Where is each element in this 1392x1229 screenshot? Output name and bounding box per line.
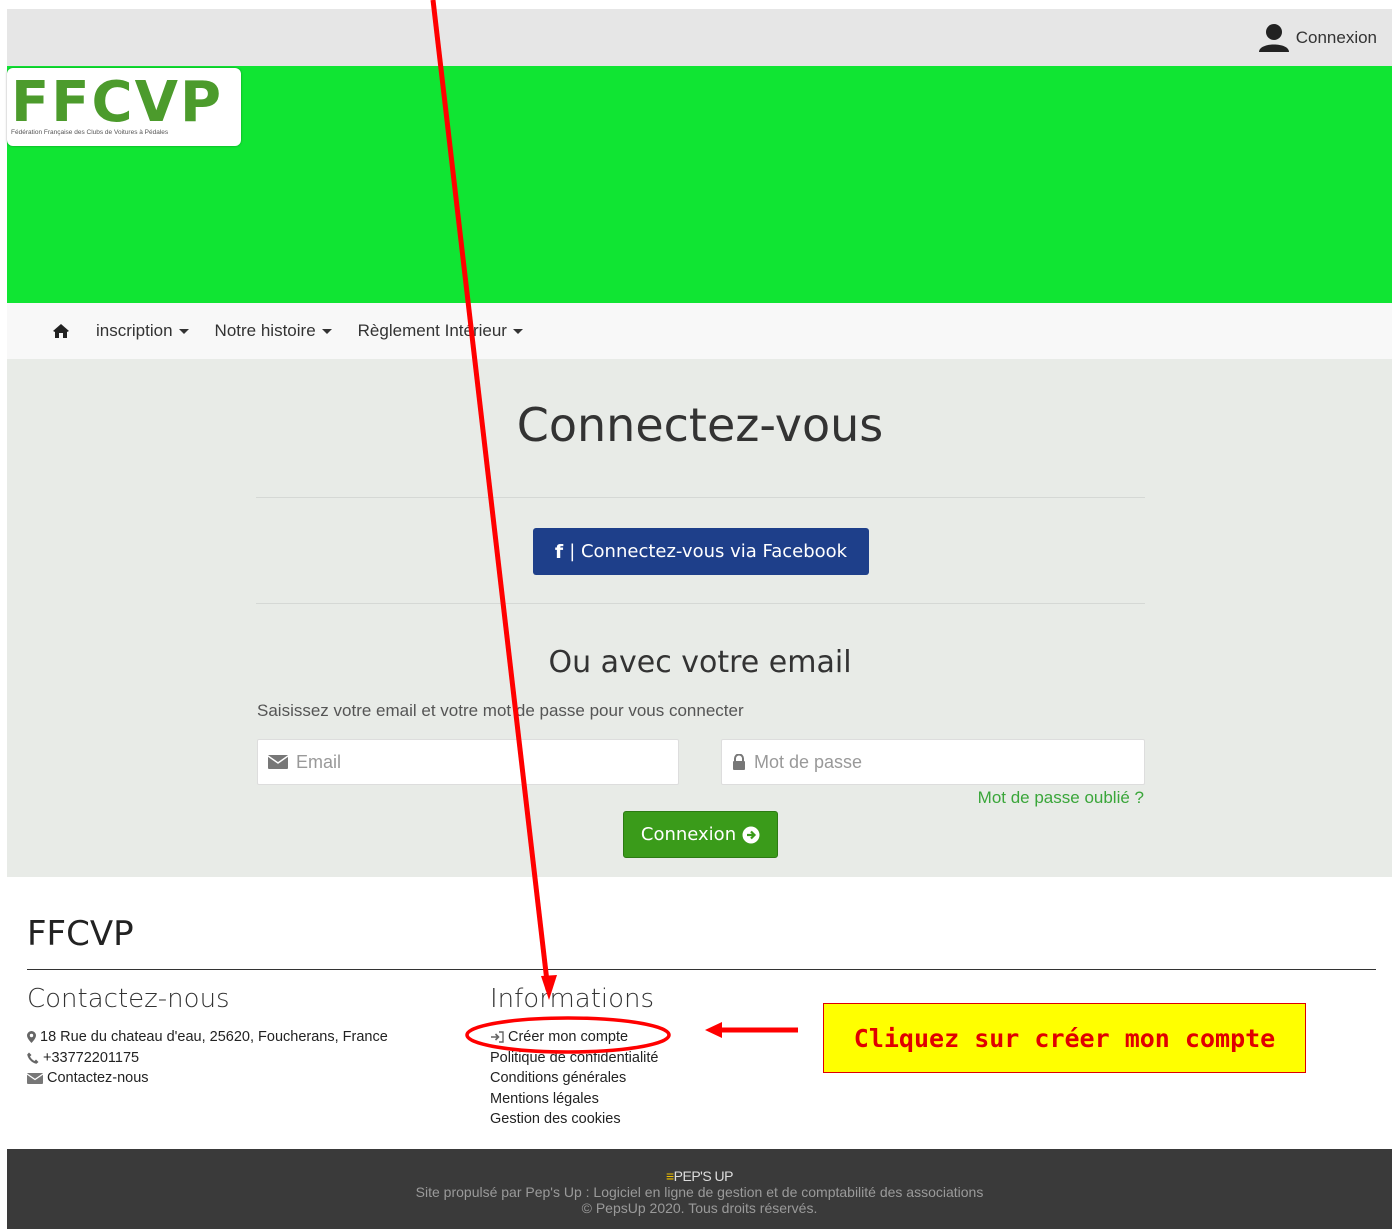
annotation-arrowhead [541,975,557,1000]
annotation-ellipse [465,1016,671,1054]
annotation-arrowhead [705,1022,722,1038]
annotation-callout: Cliquez sur créer mon compte [823,1003,1306,1073]
annotation-arrow-long [430,0,551,991]
